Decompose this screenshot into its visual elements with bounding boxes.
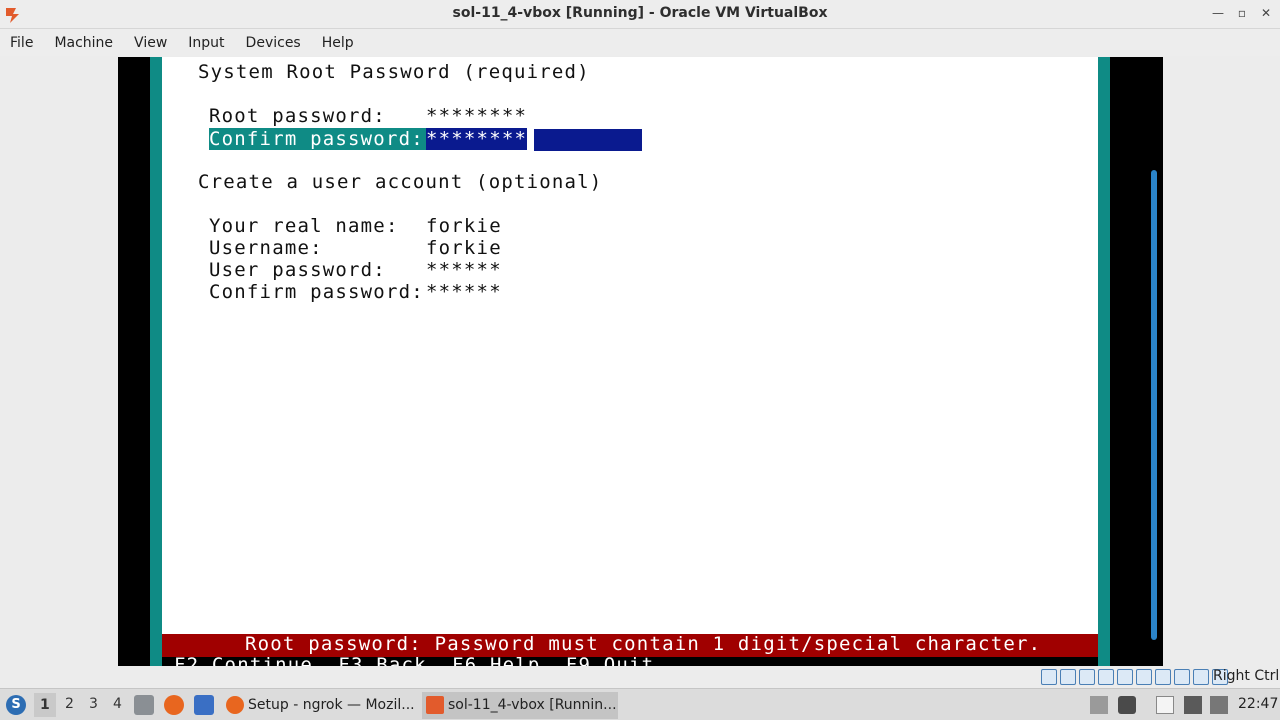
network-tray-icon[interactable] xyxy=(1184,696,1202,714)
confirm-root-password-label: Confirm password: xyxy=(209,128,426,150)
user-password-label: User password: xyxy=(209,259,386,281)
task-firefox[interactable]: Setup - ngrok — Mozil... xyxy=(222,692,418,719)
menu-bar: File Machine View Input Devices Help xyxy=(0,29,1280,56)
confirm-user-password-label: Confirm password: xyxy=(209,281,424,303)
firefox-task-icon xyxy=(226,696,244,714)
optical-drive-icon[interactable] xyxy=(1060,669,1076,685)
clock[interactable]: 22:47 xyxy=(1238,696,1278,712)
confirm-root-password-field[interactable]: ******** xyxy=(426,128,528,150)
menu-machine[interactable]: Machine xyxy=(54,35,113,51)
close-icon[interactable]: ✕ xyxy=(1260,6,1272,20)
virtualbox-task-icon xyxy=(426,696,444,714)
user-section-title: Create a user account (optional) xyxy=(198,171,603,193)
terminal-icon[interactable] xyxy=(194,695,214,715)
menu-file[interactable]: File xyxy=(10,35,33,51)
root-password-label: Root password: xyxy=(209,105,386,127)
real-name-field[interactable]: forkie xyxy=(426,215,502,237)
username-label: Username: xyxy=(209,237,323,259)
host-key-indicator[interactable]: Right Ctrl xyxy=(1213,668,1279,684)
shared-folders-icon[interactable] xyxy=(1136,669,1152,685)
file-manager-icon[interactable] xyxy=(134,695,154,715)
menu-help[interactable]: Help xyxy=(322,35,354,51)
username-field[interactable]: forkie xyxy=(426,237,502,259)
confirm-user-password-field[interactable]: ****** xyxy=(426,281,502,303)
audio-icon[interactable] xyxy=(1079,669,1095,685)
notification-icon[interactable] xyxy=(1210,696,1228,714)
window-title: sol-11_4-vbox [Running] - Oracle VM Virt… xyxy=(452,5,828,21)
window-titlebar: sol-11_4-vbox [Running] - Oracle VM Virt… xyxy=(0,0,1280,29)
minimize-icon[interactable]: — xyxy=(1212,6,1224,20)
tray-arrow-icon[interactable] xyxy=(1090,696,1108,714)
menu-input[interactable]: Input xyxy=(188,35,224,51)
function-key-hints: F2_Continue F3_Back F6_Help F9_Quit xyxy=(174,656,654,666)
workspace-3[interactable]: 3 xyxy=(89,696,98,712)
workspace-1[interactable]: 1 xyxy=(34,693,56,717)
real-name-label: Your real name: xyxy=(209,215,399,237)
restore-icon[interactable]: ▫ xyxy=(1236,6,1248,20)
menu-devices[interactable]: Devices xyxy=(246,35,301,51)
root-password-field[interactable]: ******** xyxy=(426,105,527,127)
network-icon[interactable] xyxy=(1098,669,1114,685)
workspace-2[interactable]: 2 xyxy=(65,696,74,712)
recording-icon[interactable] xyxy=(1174,669,1190,685)
input-cursor-field[interactable] xyxy=(534,129,642,151)
firefox-icon[interactable] xyxy=(164,695,184,715)
cpu-activity-icon[interactable] xyxy=(1193,669,1209,685)
usb-icon[interactable] xyxy=(1117,669,1133,685)
installer-border-left xyxy=(150,57,162,666)
task-firefox-label: Setup - ngrok — Mozil... xyxy=(248,697,415,713)
user-password-field[interactable]: ****** xyxy=(426,259,502,281)
volume-icon[interactable] xyxy=(1118,696,1136,714)
task-virtualbox[interactable]: sol-11_4-vbox [Runnin... xyxy=(422,692,618,719)
installer-border-right xyxy=(1098,57,1110,666)
root-section-title: System Root Password (required) xyxy=(198,61,590,83)
vm-scrollbar[interactable] xyxy=(1151,170,1157,640)
hard-disk-icon[interactable] xyxy=(1041,669,1057,685)
task-virtualbox-label: sol-11_4-vbox [Runnin... xyxy=(448,697,617,713)
start-menu-icon[interactable]: S xyxy=(6,695,26,715)
error-message: Root password: Password must contain 1 d… xyxy=(245,633,1042,655)
clipboard-icon[interactable] xyxy=(1156,696,1174,714)
taskbar: S 1 2 3 4 Setup - ngrok — Mozil... sol-1… xyxy=(0,688,1280,720)
menu-view[interactable]: View xyxy=(134,35,167,51)
display-icon[interactable] xyxy=(1155,669,1171,685)
vm-statusbar: Right Ctrl xyxy=(0,666,1280,688)
workspace-4[interactable]: 4 xyxy=(113,696,122,712)
